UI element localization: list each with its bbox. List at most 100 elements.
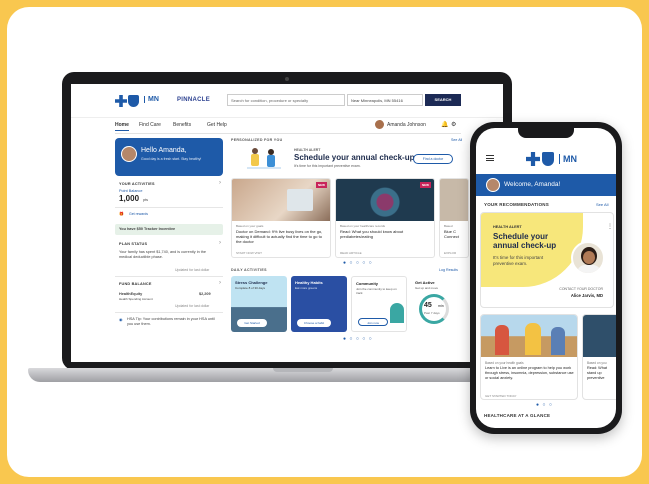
hamburger-menu-icon[interactable] [486,155,494,161]
doctor-photo[interactable] [571,241,605,275]
avatar [121,146,137,162]
card-footer[interactable]: READ ARTICLE [340,251,362,255]
choose-habit-button[interactable]: Choose a habit [297,319,331,327]
healthcare-glance-label: HEALTHCARE AT A GLANCE [484,413,551,418]
phone-screen: MN Welcome, Amanda! YOUR RECOMMENDATIONS… [476,128,616,428]
card-eyebrow: Based on you [587,361,607,365]
alert-subtitle: It's time for this important preventive … [294,164,361,168]
nav-find-care[interactable]: Find Care [139,122,161,128]
log-results-link[interactable]: Log Results [439,268,458,272]
card-eyebrow: Based [444,224,453,228]
points-value: 1,000 [119,194,140,203]
alert-title: Schedule your annual check-up [294,153,415,162]
doctor-name[interactable]: Alice Jarvis, MD [543,293,603,298]
card-footer[interactable]: GET STARTED TODAY [485,394,517,398]
plan-updated: Updated for last dollar [175,268,210,272]
activity-card-community[interactable]: Community Join the community to keep on … [351,276,407,332]
activity-title: Get Active [415,280,435,285]
main-nav: Home Find Care Benefits Get Help [115,120,495,132]
new-badge: NEW [316,182,327,188]
checkup-alert-card[interactable]: HEALTH ALERT Schedule your annual check-… [231,146,463,172]
promo-text: You have $50 Tracker Incentive [119,227,176,231]
get-rewards-link[interactable]: Get rewards [129,212,148,216]
nav-benefits[interactable]: Benefits [173,122,191,128]
bcbs-cross-icon[interactable] [526,152,540,166]
activity-card-get-active[interactable]: Get Active Get up and move 45 min Past 7… [411,276,471,332]
bcbs-shield-icon[interactable] [542,152,554,166]
settings-gear-icon[interactable]: ⚙ [451,121,456,128]
card-text: Blue C Connect [444,229,459,239]
activity-card-stress[interactable]: Stress Challenge Complete 8 of 30 days G… [231,276,287,332]
gift-icon[interactable]: 🎁 [119,211,124,216]
left-panel: YOUR ACTIVITIES › Point Balance 1,000 pt… [115,180,223,360]
activity-card-habits[interactable]: Healthy Habits Eat more greens Choose a … [291,276,347,332]
card-eyebrow: Based on your health goals [485,361,524,365]
activity-sub: Complete 8 of 30 days [235,286,266,290]
phone-notch [518,128,574,138]
brand-mn: MN [144,96,159,103]
search-button[interactable]: SEARCH [425,94,461,106]
join-now-button[interactable]: Join now [358,318,388,326]
card-eyebrow: Based on your healthcare records [340,224,386,228]
recommendations-label: YOUR RECOMMENDATIONS [484,202,549,207]
content-card[interactable]: Based Blue C Connect EXPLOR [439,178,469,258]
more-options-icon[interactable]: ⋮ [607,223,613,230]
hello-card: Hello Amanda, Good day is a fresh start.… [115,138,223,176]
chevron-right-icon[interactable]: › [219,180,221,186]
doctor-patient-illustration [247,148,281,169]
content-card[interactable]: NEW Based on your healthcare records Rea… [335,178,435,258]
see-all-link[interactable]: See All [596,202,608,207]
fund-value: $2,209 [199,292,211,296]
health-alert-card[interactable]: ⋮ HEALTH ALERT Schedule your annual chec… [480,212,614,308]
alert-eyebrow: HEALTH ALERT [493,225,522,229]
points-unit: pts [143,198,149,202]
card-text: Read: What stand up preventive [587,366,608,380]
location-input[interactable]: Near Minneapolis, MN 55416 [347,94,423,106]
camera [285,77,289,81]
hsa-tip: HSA Tip: Your contributions remain in yo… [127,317,215,326]
welcome-text: Welcome, Amanda! [504,181,561,188]
carousel-dots[interactable]: ● ○ ○ [536,402,553,408]
divider [115,207,223,208]
content-card[interactable]: Based on your health goals Learn to Live… [480,314,578,400]
hello-subtext: Good day is a fresh start. Stay healthy! [141,157,202,161]
content-card[interactable]: Based on you Read: What stand up prevent… [582,314,616,400]
avatar[interactable] [486,178,500,192]
bcbs-shield-icon[interactable] [128,95,139,107]
card-footer[interactable]: START NOW VISIT [236,251,262,255]
promo-bar[interactable]: You have $50 Tracker Incentive [115,224,223,235]
search-input[interactable]: Search for condition, procedure or speci… [227,94,345,106]
fund-sub: Health Spending Account [119,297,153,301]
points-label: Point Balance [119,189,143,193]
card-footer[interactable]: EXPLOR [444,251,456,255]
site-header: MN PINNACLE Search for condition, proced… [71,84,503,118]
chevron-right-icon[interactable]: › [219,280,221,286]
find-doctor-button[interactable]: Find a doctor [413,154,453,164]
carousel-dots[interactable]: ● ○ ○ ○ ○ [343,260,373,266]
user-avatar[interactable] [375,120,384,129]
card-text: Read: What you should know about prediab… [340,229,404,239]
new-badge: NEW [420,182,431,188]
nav-get-help[interactable]: Get Help [207,122,227,128]
your-activities-label: YOUR ACTIVITIES [119,182,155,186]
alert-eyebrow: HEALTH ALERT [294,148,321,152]
welcome-bar: Welcome, Amanda! [476,174,616,196]
notification-bell-icon[interactable]: 🔔 [441,121,448,128]
card-eyebrow: Based on your goals [236,224,264,228]
daily-activities-label: DAILY ACTIVITIES [231,268,267,272]
card-text: Learn to Live is an online program to he… [485,366,574,380]
carousel-dots[interactable]: ● ○ ○ ○ ○ [343,336,373,342]
community-illustration [390,303,404,323]
get-started-button[interactable]: Get Started [237,319,267,327]
see-all-link[interactable]: See All [451,138,462,142]
divider [115,276,223,277]
content-card[interactable]: NEW Based on your goals Doctor on Demand… [231,178,331,258]
user-name[interactable]: Amanda Johnson [387,122,426,128]
nav-divider [115,133,461,134]
nav-home[interactable]: Home [115,122,129,131]
chevron-right-icon[interactable]: › [219,240,221,246]
laptop: MN PINNACLE Search for condition, proced… [62,72,512,370]
bcbs-cross-icon[interactable] [115,95,127,107]
ring-sub: Past 7 days [424,311,440,315]
fund-name: HealthEquity [119,292,143,296]
